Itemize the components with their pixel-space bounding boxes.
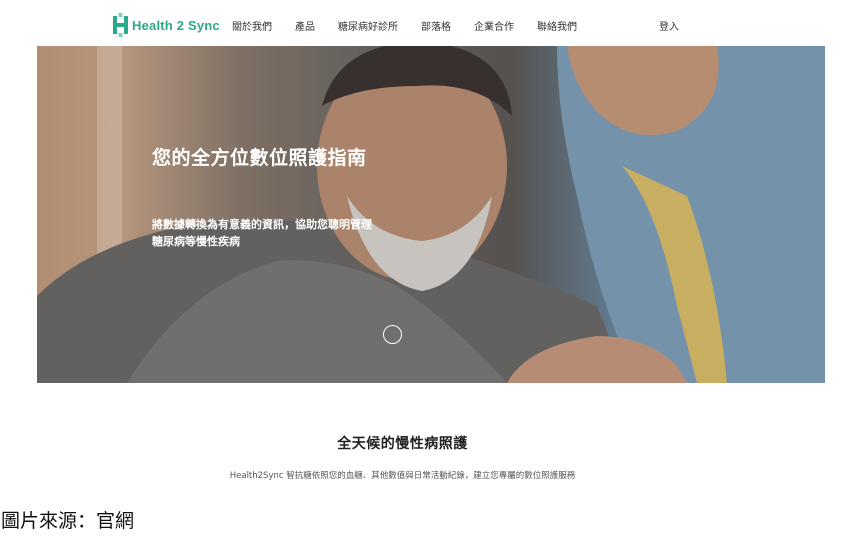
nav-item-products[interactable]: 產品 bbox=[295, 18, 315, 33]
main-nav: 關於我們 產品 糖尿病好診所 部落格 企業合作 聯絡我們 bbox=[232, 18, 600, 33]
hero-title: 您的全方位數位照護指南 bbox=[152, 147, 367, 169]
image-source-caption: 圖片來源：官網 bbox=[1, 510, 135, 532]
nav-item-contact[interactable]: 聯絡我們 bbox=[537, 18, 577, 33]
circle-indicator-icon[interactable] bbox=[383, 325, 402, 344]
section-title: 全天候的慢性病照護 bbox=[337, 436, 468, 452]
hero-subtitle: 將數據轉換為有意義的資訊，協助您聰明管理糖尿病等慢性疾病 bbox=[152, 218, 372, 248]
section-subtitle: Health2Sync 智抗糖依照您的血糖、其他數值與日常活動紀錄，建立您專屬的… bbox=[229, 471, 576, 481]
nav-item-enterprise[interactable]: 企業合作 bbox=[474, 18, 514, 33]
brand-name: Health 2 Sync bbox=[132, 17, 220, 33]
nav-item-about[interactable]: 關於我們 bbox=[232, 18, 272, 33]
nav-item-clinics[interactable]: 糖尿病好診所 bbox=[338, 18, 398, 33]
login-link[interactable]: 登入 bbox=[659, 18, 679, 33]
hero-banner: 您的全方位數位照護指南 將數據轉換為有意義的資訊，協助您聰明管理糖尿病等慢性疾病 bbox=[37, 46, 825, 383]
hero-photo bbox=[37, 46, 825, 383]
nav-item-blog[interactable]: 部落格 bbox=[421, 18, 451, 33]
brand-logo[interactable]: Health 2 Sync bbox=[113, 13, 220, 37]
health2sync-logo-icon bbox=[113, 13, 128, 37]
site-header: Health 2 Sync 關於我們 產品 糖尿病好診所 部落格 企業合作 聯絡… bbox=[0, 0, 865, 46]
